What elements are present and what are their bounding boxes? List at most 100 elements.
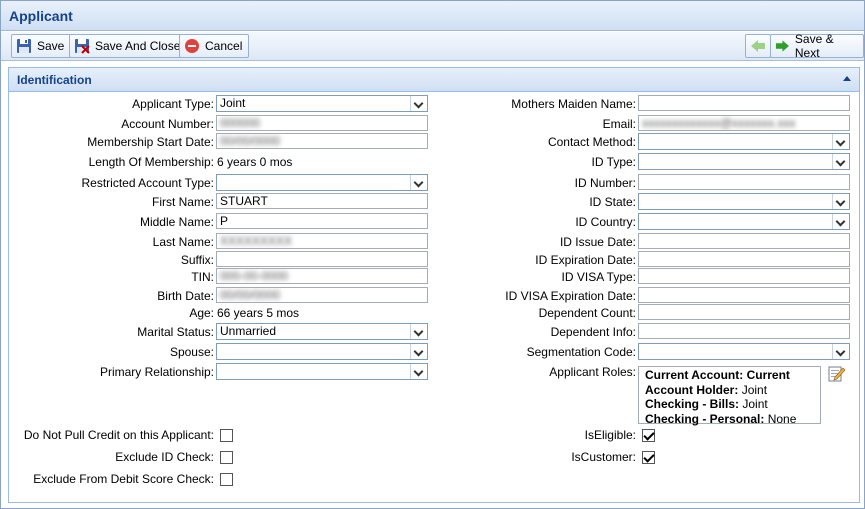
dependent-count-label: Dependent Count: xyxy=(538,306,636,320)
segmentation-code-select[interactable] xyxy=(638,343,850,360)
cancel-button[interactable]: Cancel xyxy=(179,34,250,58)
length-membership-label: Length Of Membership: xyxy=(88,155,214,169)
tin-label: TIN: xyxy=(191,270,214,284)
primary-relationship-label: Primary Relationship: xyxy=(99,365,214,379)
chevron-down-icon xyxy=(832,154,849,169)
contact-method-select[interactable] xyxy=(638,133,850,150)
restricted-account-type-select[interactable] xyxy=(216,174,428,191)
membership-start-label: Membership Start Date: xyxy=(87,135,214,149)
arrow-right-icon xyxy=(775,40,789,52)
chevron-down-icon xyxy=(832,194,849,209)
tin-field[interactable]: 000-00-0000 xyxy=(216,268,428,284)
id-issue-date-field[interactable] xyxy=(638,233,850,249)
chevron-down-icon xyxy=(832,134,849,149)
edit-roles-icon[interactable] xyxy=(828,364,846,382)
exclude-debit-score-label: Exclude From Debit Score Check: xyxy=(33,472,214,486)
panel-header: Identification xyxy=(9,68,859,92)
cancel-icon xyxy=(185,39,199,53)
restricted-account-type-label: Restricted Account Type: xyxy=(81,176,214,190)
is-eligible-checkbox[interactable] xyxy=(642,429,655,442)
panel-title: Identification xyxy=(17,73,92,87)
applicant-type-select[interactable]: Joint xyxy=(216,95,428,112)
arrow-left-icon xyxy=(751,40,765,52)
title-bar: Applicant xyxy=(1,1,864,31)
exclude-debit-score-checkbox[interactable] xyxy=(220,473,233,486)
id-number-field[interactable] xyxy=(638,174,850,190)
id-type-label: ID Type: xyxy=(591,155,636,169)
save-button[interactable]: Save xyxy=(11,34,72,58)
save-and-close-label: Save And Close xyxy=(95,39,181,53)
exclude-id-check-label: Exclude ID Check: xyxy=(115,450,214,464)
id-visa-type-label: ID VISA Type: xyxy=(561,270,636,284)
exclude-id-check-checkbox[interactable] xyxy=(220,451,233,464)
spouse-label: Spouse: xyxy=(169,345,214,359)
applicant-roles-box: Current Account: Current Account Holder:… xyxy=(638,366,821,426)
id-issue-date-label: ID Issue Date: xyxy=(559,235,636,249)
account-number-field[interactable]: 000000 xyxy=(216,115,428,131)
last-name-label: Last Name: xyxy=(152,235,214,249)
id-expiration-date-label: ID Expiration Date: xyxy=(535,253,636,267)
marital-status-label: Marital Status: xyxy=(137,325,214,339)
marital-status-select[interactable]: Unmarried xyxy=(216,323,428,340)
role-item: Current Account: Current xyxy=(645,368,790,382)
cancel-label: Cancel xyxy=(205,39,243,53)
segmentation-code-label: Segmentation Code: xyxy=(526,345,636,359)
email-label: Email: xyxy=(602,117,636,131)
id-country-label: ID Country: xyxy=(575,215,636,229)
first-name-label: First Name: xyxy=(151,195,214,209)
save-close-icon xyxy=(75,39,90,54)
id-visa-type-field[interactable] xyxy=(638,268,850,284)
no-pull-credit-checkbox[interactable] xyxy=(220,429,233,442)
chevron-down-icon xyxy=(832,344,849,359)
id-state-label: ID State: xyxy=(589,195,636,209)
mothers-maiden-field[interactable] xyxy=(638,95,850,111)
chevron-down-icon xyxy=(410,324,427,339)
is-customer-label: IsCustomer: xyxy=(571,450,636,464)
id-country-select[interactable] xyxy=(638,213,850,230)
window-title: Applicant xyxy=(9,8,73,24)
save-next-button[interactable]: Save & Next xyxy=(770,32,864,60)
chevron-down-icon xyxy=(410,364,427,379)
last-name-field[interactable]: XXXXXXXXX xyxy=(216,233,428,249)
floppy-disk-icon xyxy=(17,39,31,53)
no-pull-credit-label: Do Not Pull Credit on this Applicant: xyxy=(23,428,214,442)
email-field[interactable]: xxxxxxxxxxxxx@xxxxxxx.xxx xyxy=(638,115,850,131)
birth-date-field[interactable]: 00/00/0000 xyxy=(216,287,428,303)
role-item: Checking - Bills: Joint xyxy=(645,397,768,411)
mothers-maiden-label: Mothers Maiden Name: xyxy=(511,97,636,111)
suffix-field[interactable] xyxy=(216,251,428,267)
dependent-info-label: Dependent Info: xyxy=(550,325,636,339)
suffix-label: Suffix: xyxy=(180,253,214,267)
save-label: Save xyxy=(37,39,65,53)
applicant-roles-label: Applicant Roles: xyxy=(549,365,636,379)
id-expiration-date-field[interactable] xyxy=(638,251,850,267)
membership-start-field[interactable]: 00/00/0000 xyxy=(216,133,428,149)
id-type-select[interactable] xyxy=(638,153,850,170)
id-visa-expiration-field[interactable] xyxy=(638,287,850,303)
dependent-count-field[interactable] xyxy=(638,304,850,320)
age-label: Age: xyxy=(189,306,214,320)
dependent-info-field[interactable] xyxy=(638,323,850,339)
chevron-down-icon xyxy=(410,175,427,190)
account-number-label: Account Number: xyxy=(121,117,214,131)
toolbar: Save Save And Close Cancel Save & Next xyxy=(1,32,864,61)
collapse-arrow-icon[interactable] xyxy=(843,76,851,81)
birth-date-label: Birth Date: xyxy=(157,289,214,303)
first-name-field[interactable]: STUART xyxy=(216,193,428,209)
is-eligible-label: IsEligible: xyxy=(584,428,636,442)
chevron-down-icon xyxy=(410,96,427,111)
save-next-label: Save & Next xyxy=(794,32,834,60)
id-state-select[interactable] xyxy=(638,193,850,210)
back-button[interactable] xyxy=(745,34,771,58)
id-visa-expiration-label: ID VISA Expiration Date: xyxy=(505,289,636,303)
middle-name-label: Middle Name: xyxy=(139,215,214,229)
middle-name-field[interactable]: P xyxy=(216,213,428,229)
id-number-label: ID Number: xyxy=(574,176,636,190)
length-membership-value: 6 years 0 mos xyxy=(217,155,293,169)
is-customer-checkbox[interactable] xyxy=(642,451,655,464)
save-and-close-button[interactable]: Save And Close xyxy=(69,34,188,58)
spouse-select[interactable] xyxy=(216,343,428,360)
role-item: Checking - Personal: None xyxy=(645,411,797,426)
chevron-down-icon xyxy=(832,214,849,229)
primary-relationship-select[interactable] xyxy=(216,363,428,380)
